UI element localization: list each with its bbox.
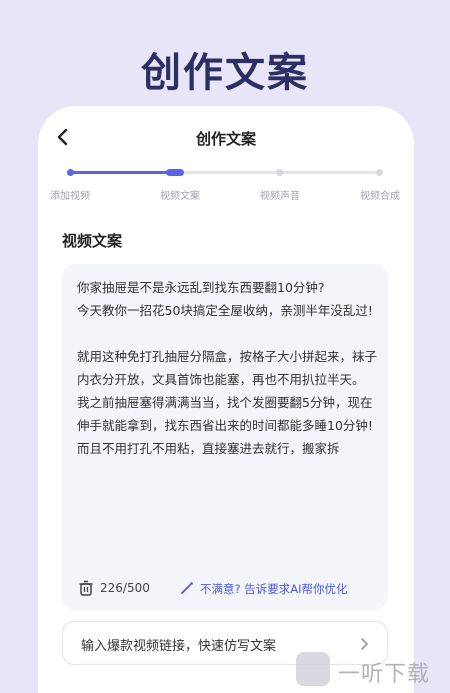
copy-paragraph: 你家抽屉是不是永远乱到找东西要翻10分钟? bbox=[77, 280, 325, 295]
step-label-video-copy: 视频文案 bbox=[160, 191, 200, 202]
phone-screen: 创作文案 添加视频 视频文案 视频声音 视频合成 视频文案 你家抽屉是不是永远乱… bbox=[38, 106, 414, 693]
chevron-right-icon bbox=[361, 638, 368, 650]
page-headline: 创作文案 bbox=[141, 50, 309, 96]
copy-paragraph bbox=[77, 322, 377, 345]
magic-wand-icon bbox=[181, 582, 193, 594]
copy-text-body[interactable]: 你家抽屉是不是永远乱到找东西要翻10分钟? 今天教你一招花50块搞定全屋收纳，亲… bbox=[77, 276, 377, 562]
copy-paragraph: 今天教你一招花50块搞定全屋收纳，亲测半年没乱过! bbox=[77, 303, 373, 318]
ai-optimize-link[interactable]: 不满意? 告诉要求AI帮你优化 bbox=[200, 581, 348, 597]
nav-title: 创作文案 bbox=[195, 130, 256, 148]
card-footer: 226/500 不满意? 告诉要求AI帮你优化 bbox=[62, 568, 388, 610]
watermark: 一听下载 bbox=[296, 650, 446, 690]
copy-text-card[interactable]: 你家抽屉是不是永远乱到找东西要翻10分钟? 今天教你一招花50块搞定全屋收纳，亲… bbox=[62, 264, 388, 610]
section-title: 视频文案 bbox=[62, 232, 123, 250]
copy-paragraph: 而且不用打孔不用粘，直接塞进去就行，搬家拆 bbox=[77, 441, 340, 456]
watermark-logo-icon bbox=[296, 652, 330, 686]
step-dot-4 bbox=[376, 169, 383, 176]
copy-paragraph: 我之前抽屉塞得满满当当，找个发圈要翻5分钟，现在伸手就能拿到，找东西省出来的时间… bbox=[77, 395, 373, 433]
step-label-video-compose: 视频合成 bbox=[360, 191, 400, 202]
step-label-add-video: 添加视频 bbox=[50, 191, 90, 202]
copy-paragraph: 就用这种免打孔抽屉分隔盒，按格子大小拼起来，袜子内衣分开放，文具首饰也能塞，再也… bbox=[77, 349, 377, 387]
character-counter: 226/500 bbox=[100, 581, 150, 595]
step-label-video-audio: 视频声音 bbox=[260, 191, 300, 202]
progress-stepper: 添加视频 视频文案 视频声音 视频合成 bbox=[38, 166, 414, 214]
step-dot-3 bbox=[276, 169, 283, 176]
watermark-text: 一听下载 bbox=[338, 662, 431, 687]
step-dot-1 bbox=[67, 169, 74, 176]
step-dot-2 bbox=[166, 169, 184, 176]
nav-bar: 创作文案 bbox=[38, 106, 414, 166]
stepper-track-done bbox=[70, 171, 174, 174]
trash-icon[interactable] bbox=[78, 580, 94, 596]
video-link-prompt: 输入爆款视频链接，快速仿写文案 bbox=[81, 639, 277, 654]
